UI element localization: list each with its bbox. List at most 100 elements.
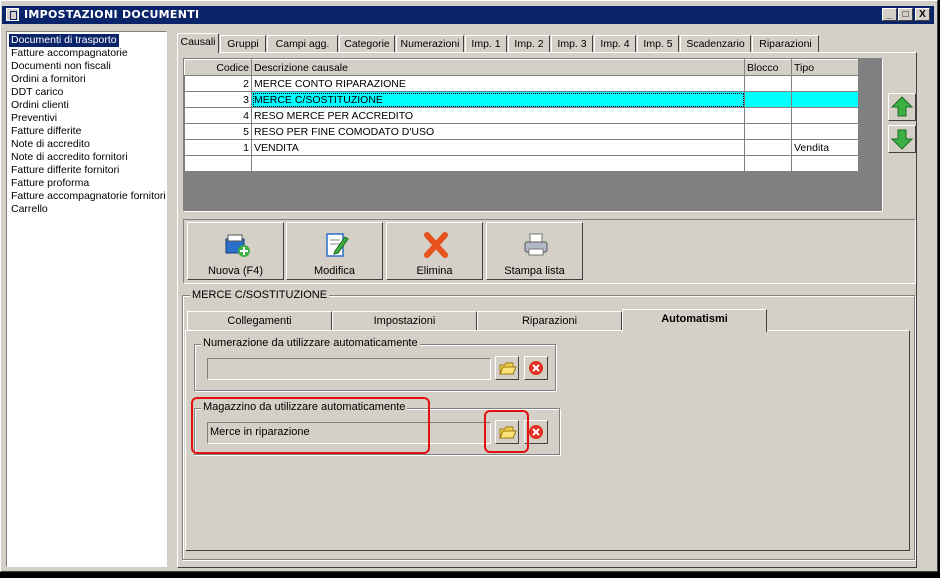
- cell-blocco[interactable]: [744, 107, 792, 124]
- column-header-descrizione[interactable]: Descrizione causale: [251, 59, 745, 76]
- cell-blocco[interactable]: [744, 75, 792, 92]
- subtab-impostazioni[interactable]: Impostazioni: [332, 311, 477, 331]
- doc-type-item[interactable]: DDT carico: [9, 86, 65, 99]
- numerazione-field[interactable]: [207, 358, 491, 380]
- doc-type-item[interactable]: Fatture differite fornitori: [9, 164, 121, 177]
- doc-type-item[interactable]: Ordini a fornitori: [9, 73, 88, 86]
- doc-type-item[interactable]: Note di accredito fornitori: [9, 151, 130, 164]
- tab-numerazioni[interactable]: Numerazioni: [396, 35, 464, 52]
- tab-campi-agg[interactable]: Campi agg.: [267, 35, 338, 52]
- column-header-blocco[interactable]: Blocco: [744, 59, 792, 76]
- doc-type-item[interactable]: Fatture proforma: [9, 177, 91, 190]
- new-document-icon: [225, 234, 250, 257]
- cell-codice: 5: [184, 123, 252, 140]
- edit-button[interactable]: Modifica: [286, 222, 383, 280]
- cell-tipo[interactable]: Vendita: [791, 139, 859, 156]
- detail-group-title: MERCE C/SOSTITUZIONE: [190, 289, 330, 301]
- cell-descrizione[interactable]: [251, 155, 745, 172]
- table-row-selected[interactable]: 3 MERCE C/SOSTITUZIONE: [184, 91, 859, 108]
- document-type-list[interactable]: Documenti di trasporto Fatture accompagn…: [6, 31, 167, 567]
- cell-blocco[interactable]: [744, 123, 792, 140]
- cell-tipo[interactable]: [791, 155, 859, 172]
- tab-imp-1[interactable]: Imp. 1: [465, 35, 507, 52]
- numerazione-clear-button[interactable]: [524, 356, 548, 380]
- delete-x-icon: [424, 232, 448, 258]
- print-list-button-label: Stampa lista: [504, 265, 565, 277]
- delete-button[interactable]: Elimina: [386, 222, 483, 280]
- cell-codice: 3: [184, 91, 252, 108]
- cell-tipo[interactable]: [791, 107, 859, 124]
- numerazione-browse-button[interactable]: [495, 356, 519, 380]
- new-button[interactable]: Nuova (F4): [187, 222, 284, 280]
- close-button[interactable]: X: [915, 8, 930, 21]
- printer-icon: [524, 233, 548, 256]
- subtab-collegamenti[interactable]: Collegamenti: [187, 311, 332, 331]
- cell-codice: 1: [184, 139, 252, 156]
- doc-type-item[interactable]: Carrello: [9, 203, 50, 216]
- folder-icon: [499, 426, 517, 439]
- tab-imp-2[interactable]: Imp. 2: [508, 35, 550, 52]
- tab-imp-5[interactable]: Imp. 5: [637, 35, 679, 52]
- table-row[interactable]: 2 MERCE CONTO RIPARAZIONE: [184, 75, 859, 92]
- tab-riparazioni[interactable]: Riparazioni: [752, 35, 819, 52]
- maximize-button[interactable]: □: [898, 8, 913, 21]
- new-button-label: Nuova (F4): [207, 265, 264, 277]
- cell-codice: 4: [184, 107, 252, 124]
- minimize-button[interactable]: _: [882, 8, 897, 21]
- delete-button-label: Elimina: [416, 265, 453, 277]
- cell-tipo[interactable]: [791, 123, 859, 140]
- table-row[interactable]: 1 VENDITA Vendita: [184, 139, 859, 156]
- magazzino-clear-button[interactable]: [524, 420, 548, 444]
- cell-descrizione[interactable]: MERCE CONTO RIPARAZIONE: [251, 75, 745, 92]
- window-title: IMPOSTAZIONI DOCUMENTI: [24, 8, 200, 21]
- subtab-riparazioni[interactable]: Riparazioni: [477, 311, 622, 331]
- doc-type-item[interactable]: Note di accredito: [9, 138, 92, 151]
- doc-type-item[interactable]: Fatture differite: [9, 125, 83, 138]
- folder-icon: [499, 362, 517, 375]
- edit-document-icon: [326, 233, 349, 257]
- cell-descrizione[interactable]: VENDITA: [251, 139, 745, 156]
- edit-button-label: Modifica: [314, 265, 355, 277]
- causali-grid[interactable]: Codice Descrizione causale Blocco Tipo 2…: [183, 58, 883, 212]
- magazzino-field[interactable]: Merce in riparazione: [207, 422, 491, 444]
- print-list-button[interactable]: Stampa lista: [486, 222, 583, 280]
- cell-tipo[interactable]: [791, 75, 859, 92]
- doc-type-item[interactable]: Ordini clienti: [9, 99, 71, 112]
- table-row[interactable]: 4 RESO MERCE PER ACCREDITO: [184, 107, 859, 124]
- column-header-tipo[interactable]: Tipo: [791, 59, 859, 76]
- app-icon: [6, 8, 19, 21]
- tab-gruppi[interactable]: Gruppi: [220, 35, 266, 52]
- cell-blocco[interactable]: [744, 155, 792, 172]
- cell-descrizione[interactable]: MERCE C/SOSTITUZIONE: [251, 91, 745, 108]
- table-row[interactable]: 5 RESO PER FINE COMODATO D'USO: [184, 123, 859, 140]
- arrow-down-icon: [890, 129, 914, 150]
- table-row-empty[interactable]: [184, 155, 859, 172]
- arrow-up-icon: [890, 96, 914, 117]
- cell-tipo[interactable]: [791, 91, 859, 108]
- tab-categorie[interactable]: Categorie: [339, 35, 395, 52]
- causali-table: Codice Descrizione causale Blocco Tipo 2…: [184, 59, 859, 172]
- doc-type-item[interactable]: Documenti di trasporto: [9, 34, 119, 47]
- tab-imp-4[interactable]: Imp. 4: [594, 35, 636, 52]
- move-up-button[interactable]: [888, 93, 916, 121]
- doc-type-item[interactable]: Preventivi: [9, 112, 59, 125]
- magazzino-browse-button[interactable]: [495, 420, 519, 444]
- doc-type-item[interactable]: Documenti non fiscali: [9, 60, 113, 73]
- clear-x-icon: [529, 425, 543, 439]
- title-bar[interactable]: IMPOSTAZIONI DOCUMENTI _ □ X: [2, 6, 934, 24]
- clear-x-icon: [529, 361, 543, 375]
- cell-codice: [184, 155, 252, 172]
- cell-blocco[interactable]: [744, 139, 792, 156]
- subtab-automatismi[interactable]: Automatismi: [622, 309, 767, 332]
- tab-scadenzario[interactable]: Scadenzario: [680, 35, 751, 52]
- tab-imp-3[interactable]: Imp. 3: [551, 35, 593, 52]
- magazzino-label: Magazzino da utilizzare automaticamente: [201, 401, 408, 413]
- cell-blocco[interactable]: [744, 91, 792, 108]
- tab-causali[interactable]: Causali: [177, 33, 219, 53]
- doc-type-item[interactable]: Fatture accompagnatorie fornitori: [9, 190, 168, 203]
- move-down-button[interactable]: [888, 125, 916, 153]
- doc-type-item[interactable]: Fatture accompagnatorie: [9, 47, 130, 60]
- column-header-codice[interactable]: Codice: [184, 59, 252, 76]
- cell-descrizione[interactable]: RESO MERCE PER ACCREDITO: [251, 107, 745, 124]
- cell-descrizione[interactable]: RESO PER FINE COMODATO D'USO: [251, 123, 745, 140]
